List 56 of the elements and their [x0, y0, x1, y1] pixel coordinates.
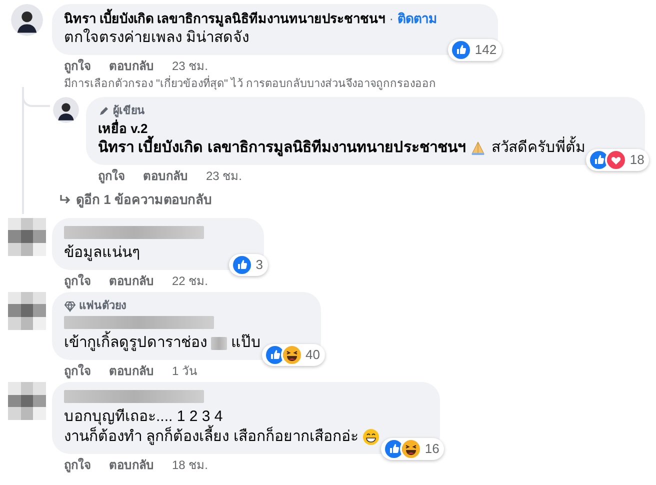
reaction-count: 3 — [256, 256, 263, 274]
filter-note: มีการเลือกตัวกรอง "เกี่ยวข้องที่สุด" ไว้ การตอบกลับบางส่วนจึงอาจถูกกรองออก — [52, 74, 498, 92]
heart-icon — [604, 149, 627, 171]
view-more-replies[interactable]: ดูอีก 1 ข้อความตอบกลับ — [8, 184, 656, 210]
smiling-face-icon — [362, 428, 380, 446]
comment-text: งานก็ต้องทำ ลูกก็ต้องเลี้ยง เสือกก็อยากเสือกอ่ะ — [64, 427, 358, 447]
reaction-count: 16 — [424, 440, 440, 458]
author-name[interactable]: นิทรา เบี้ยบังเกิด เลขาธิการมูลนิธิทีมงานทนายประชาชนฯ — [64, 10, 386, 28]
comment-time: 22 ชม. — [172, 272, 208, 288]
avatar-icon — [11, 4, 43, 36]
comment-text: เข้ากูเกิ้ลดูรูปดาราช่อง — [64, 333, 207, 353]
reply-link[interactable]: ตอบกลับ — [109, 457, 154, 473]
reaction-count: 18 — [630, 151, 644, 170]
reaction-summary[interactable]: 16 — [380, 438, 444, 460]
reply-link[interactable]: ตอบกลับ — [109, 272, 154, 288]
reply-link[interactable]: ตอบกลับ — [143, 168, 188, 184]
comment-text: บอกบุญทีเถอะ.... 1 2 3 4 — [64, 407, 223, 426]
like-link[interactable]: ถูกใจ — [64, 363, 91, 379]
reaction-summary[interactable]: 40 — [262, 344, 325, 366]
blurred-text — [211, 336, 227, 350]
reply-link[interactable]: ตอบกลับ — [109, 363, 154, 379]
author-name[interactable]: เหยื่อ v.2 — [98, 120, 148, 138]
avatar-icon — [53, 96, 79, 122]
comment-text: ตกใจตรงค่ายเพลง มิน่าสดจัง — [64, 28, 250, 48]
comment-time: 23 ชม. — [172, 58, 208, 74]
blurred-avatar — [8, 292, 46, 330]
comment-time: 18 ชม. — [172, 457, 208, 473]
follow-link[interactable]: ติดตาม — [398, 10, 438, 28]
like-link[interactable]: ถูกใจ — [98, 168, 125, 184]
comment-time: 1 วัน — [172, 363, 198, 379]
pencil-icon — [98, 104, 110, 117]
reply-link[interactable]: ตอบกลับ — [109, 58, 154, 74]
mention-link[interactable]: นิทรา เบี้ยบังเกิด เลขาธิการมูลนิธิทีมงานทนายประชาชนฯ — [98, 138, 466, 158]
diamond-icon — [64, 300, 76, 312]
laughing-face-icon — [280, 344, 303, 366]
like-link[interactable]: ถูกใจ — [64, 58, 91, 74]
badge-label: แฟนตัวยง — [79, 298, 126, 314]
comment-text: ข้อมูลแน่นๆ — [64, 242, 140, 262]
comment-text: แป๊บ — [231, 333, 261, 353]
reaction-summary[interactable]: 142 — [448, 39, 502, 61]
badge-label: ผู้เขียน — [113, 104, 145, 119]
comment-time: 23 ชม. — [206, 168, 242, 184]
blurred-avatar — [8, 382, 46, 420]
reaction-summary[interactable]: 3 — [228, 254, 268, 276]
like-icon — [230, 254, 253, 276]
separator-dot: · — [389, 10, 394, 28]
reaction-count: 142 — [474, 41, 497, 60]
blurred-avatar — [8, 218, 46, 256]
like-icon — [450, 39, 472, 61]
comment-text: สวัสดีครับพี่ตั้ม — [491, 138, 586, 158]
reaction-summary[interactable]: 18 — [586, 149, 650, 171]
like-link[interactable]: ถูกใจ — [64, 272, 91, 288]
like-link[interactable]: ถูกใจ — [64, 457, 91, 473]
laughing-face-icon — [400, 438, 422, 460]
thread-connector — [22, 86, 50, 106]
reaction-count: 40 — [306, 346, 320, 364]
